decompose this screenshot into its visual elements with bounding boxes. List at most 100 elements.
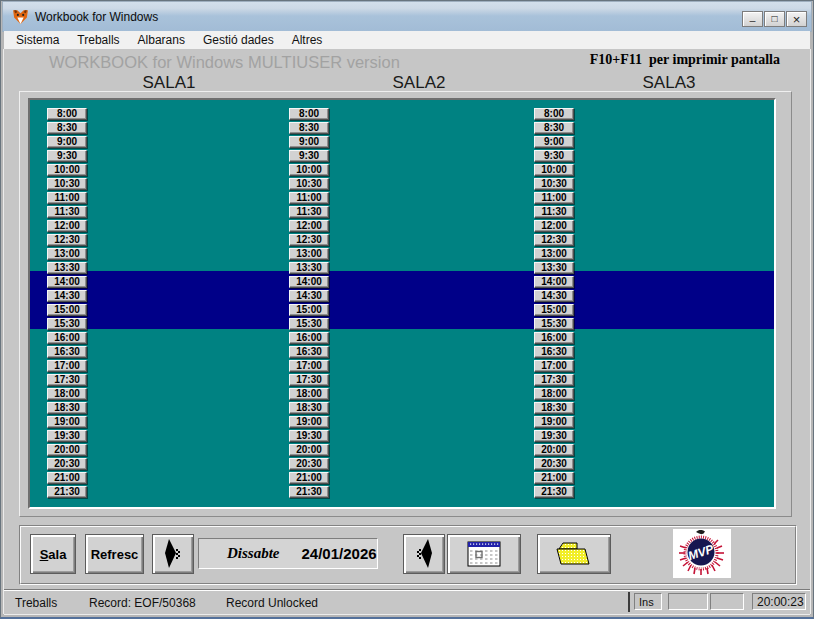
time-slot-button[interactable]: 17:00 <box>534 360 574 372</box>
minimize-button[interactable]: _ <box>742 11 763 27</box>
time-slot-button[interactable]: 14:00 <box>534 276 574 288</box>
time-slot-button[interactable]: 8:00 <box>534 108 574 120</box>
app-window: Workbook for Windows _ □ × SistemaTrebal… <box>0 0 814 619</box>
time-slot-button[interactable]: 10:00 <box>534 164 574 176</box>
time-slot-button[interactable]: 19:30 <box>289 430 329 442</box>
time-slot-button[interactable]: 9:00 <box>47 136 87 148</box>
time-slot-button[interactable]: 19:00 <box>534 416 574 428</box>
time-slot-button[interactable]: 20:30 <box>534 458 574 470</box>
time-slot-button[interactable]: 11:00 <box>534 192 574 204</box>
time-slot-button[interactable]: 18:30 <box>289 402 329 414</box>
time-column-sala2: 8:00 8:30 9:00 9:30 10:00 10:30 11:00 11:30 12:0… <box>289 108 329 500</box>
time-slot-button[interactable]: 19:00 <box>289 416 329 428</box>
time-slot-button[interactable]: 16:30 <box>289 346 329 358</box>
time-slot-button[interactable]: 11:30 <box>289 206 329 218</box>
time-slot-button[interactable]: 12:00 <box>289 220 329 232</box>
time-slot-button[interactable]: 9:30 <box>47 150 87 162</box>
folder-button[interactable] <box>537 534 611 574</box>
time-slot-button[interactable]: 15:30 <box>47 318 87 330</box>
time-slot-button[interactable]: 17:30 <box>47 374 87 386</box>
time-slot-button[interactable]: 13:00 <box>47 248 87 260</box>
time-slot-button[interactable]: 19:00 <box>47 416 87 428</box>
time-slot-button[interactable]: 18:30 <box>534 402 574 414</box>
time-slot-button[interactable]: 10:00 <box>47 164 87 176</box>
time-slot-button[interactable]: 15:30 <box>289 318 329 330</box>
time-slot-button[interactable]: 21:30 <box>47 486 87 498</box>
time-slot-button[interactable]: 17:00 <box>47 360 87 372</box>
time-slot-button[interactable]: 17:30 <box>534 374 574 386</box>
time-slot-button[interactable]: 10:30 <box>534 178 574 190</box>
time-slot-button[interactable]: 11:30 <box>47 206 87 218</box>
time-slot-button[interactable]: 16:00 <box>47 332 87 344</box>
time-slot-button[interactable]: 11:00 <box>47 192 87 204</box>
time-slot-button[interactable]: 20:00 <box>289 444 329 456</box>
time-slot-button[interactable]: 13:00 <box>534 248 574 260</box>
time-slot-button[interactable]: 10:30 <box>289 178 329 190</box>
time-slot-button[interactable]: 20:30 <box>289 458 329 470</box>
calendar-button[interactable] <box>447 534 521 574</box>
time-slot-button[interactable]: 9:30 <box>534 150 574 162</box>
time-slot-button[interactable]: 18:00 <box>289 388 329 400</box>
menu-item-treballs[interactable]: Treballs <box>68 33 128 47</box>
time-slot-button[interactable]: 8:00 <box>289 108 329 120</box>
time-slot-button[interactable]: 18:00 <box>534 388 574 400</box>
time-slot-button[interactable]: 15:30 <box>534 318 574 330</box>
time-slot-button[interactable]: 21:30 <box>289 486 329 498</box>
time-slot-button[interactable]: 9:00 <box>289 136 329 148</box>
time-slot-button[interactable]: 19:30 <box>47 430 87 442</box>
menu-item-altres[interactable]: Altres <box>283 33 332 47</box>
time-slot-button[interactable]: 13:30 <box>47 262 87 274</box>
time-slot-button[interactable]: 13:30 <box>534 262 574 274</box>
time-slot-button[interactable]: 12:30 <box>47 234 87 246</box>
time-slot-button[interactable]: 16:30 <box>534 346 574 358</box>
time-slot-button[interactable]: 12:00 <box>534 220 574 232</box>
menu-item-albarans[interactable]: Albarans <box>129 33 194 47</box>
close-button[interactable]: × <box>786 11 807 27</box>
menu-item-gestió-dades[interactable]: Gestió dades <box>194 33 283 47</box>
time-slot-button[interactable]: 13:30 <box>289 262 329 274</box>
time-slot-button[interactable]: 8:30 <box>47 122 87 134</box>
time-slot-button[interactable]: 21:00 <box>289 472 329 484</box>
time-slot-button[interactable]: 8:30 <box>534 122 574 134</box>
previous-day-button[interactable] <box>152 534 194 574</box>
time-slot-button[interactable]: 15:00 <box>534 304 574 316</box>
time-slot-button[interactable]: 9:00 <box>534 136 574 148</box>
time-slot-button[interactable]: 14:00 <box>289 276 329 288</box>
time-slot-button[interactable]: 16:00 <box>534 332 574 344</box>
time-slot-button[interactable]: 17:00 <box>289 360 329 372</box>
time-slot-button[interactable]: 21:00 <box>47 472 87 484</box>
time-slot-button[interactable]: 8:30 <box>289 122 329 134</box>
time-slot-button[interactable]: 14:00 <box>47 276 87 288</box>
refresc-button[interactable]: Refresc <box>85 534 144 574</box>
time-slot-button[interactable]: 16:00 <box>289 332 329 344</box>
time-slot-button[interactable]: 11:00 <box>289 192 329 204</box>
time-slot-button[interactable]: 14:30 <box>289 290 329 302</box>
time-slot-button[interactable]: 11:30 <box>534 206 574 218</box>
time-slot-button[interactable]: 17:30 <box>289 374 329 386</box>
time-slot-button[interactable]: 20:00 <box>534 444 574 456</box>
time-slot-button[interactable]: 18:00 <box>47 388 87 400</box>
time-slot-button[interactable]: 18:30 <box>47 402 87 414</box>
time-slot-button[interactable]: 14:30 <box>47 290 87 302</box>
time-slot-button[interactable]: 19:30 <box>534 430 574 442</box>
time-slot-button[interactable]: 21:00 <box>534 472 574 484</box>
next-day-button[interactable] <box>403 534 445 574</box>
maximize-button[interactable]: □ <box>764 11 785 27</box>
time-slot-button[interactable]: 15:00 <box>47 304 87 316</box>
time-slot-button[interactable]: 12:30 <box>534 234 574 246</box>
time-slot-button[interactable]: 15:00 <box>289 304 329 316</box>
time-slot-button[interactable]: 20:30 <box>47 458 87 470</box>
sala-button[interactable]: Sala <box>30 534 76 574</box>
time-slot-button[interactable]: 20:00 <box>47 444 87 456</box>
time-slot-button[interactable]: 12:00 <box>47 220 87 232</box>
time-slot-button[interactable]: 14:30 <box>534 290 574 302</box>
time-slot-button[interactable]: 9:30 <box>289 150 329 162</box>
menu-item-sistema[interactable]: Sistema <box>7 33 68 47</box>
time-slot-button[interactable]: 21:30 <box>534 486 574 498</box>
time-slot-button[interactable]: 12:30 <box>289 234 329 246</box>
time-slot-button[interactable]: 16:30 <box>47 346 87 358</box>
time-slot-button[interactable]: 10:30 <box>47 178 87 190</box>
time-slot-button[interactable]: 13:00 <box>289 248 329 260</box>
time-slot-button[interactable]: 10:00 <box>289 164 329 176</box>
time-slot-button[interactable]: 8:00 <box>47 108 87 120</box>
